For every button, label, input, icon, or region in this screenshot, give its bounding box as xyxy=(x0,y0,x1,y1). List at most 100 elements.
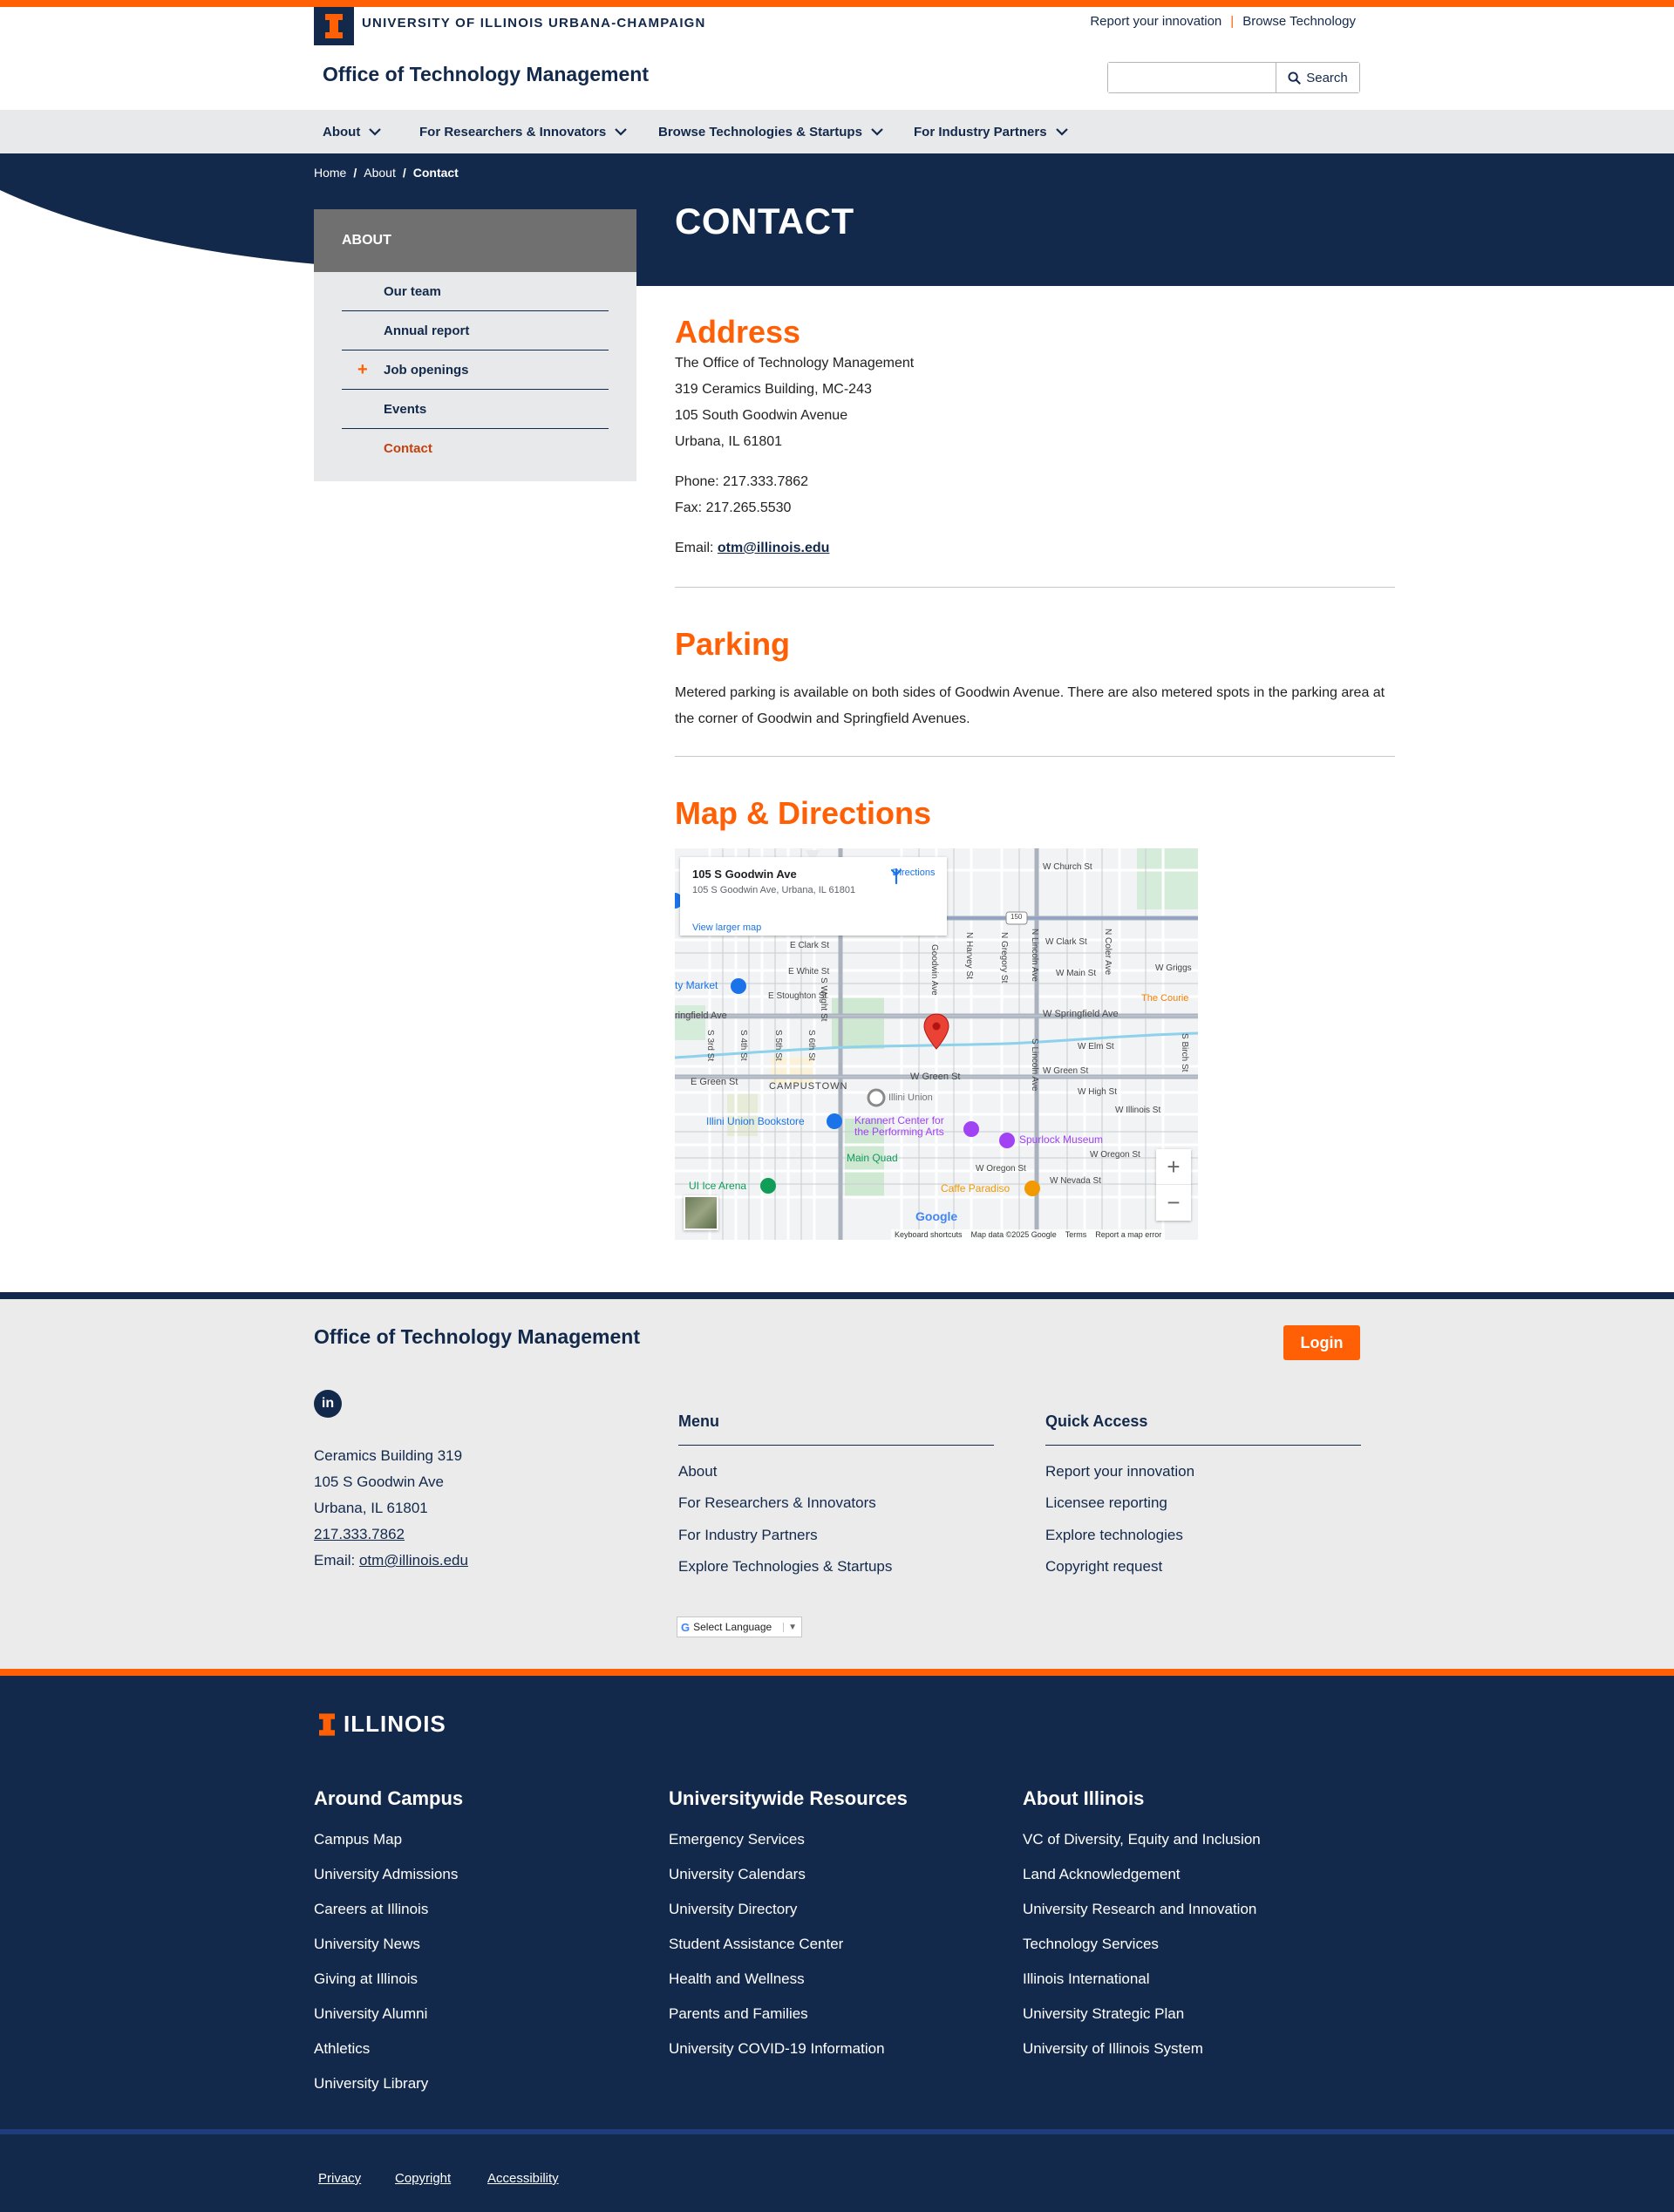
footer-title[interactable]: Office of Technology Management xyxy=(314,1325,640,1349)
sidebar-item-events[interactable]: Events xyxy=(342,390,609,429)
illinois-logo[interactable]: ILLINOIS xyxy=(319,1711,446,1738)
about-illinois-link[interactable]: Technology Services xyxy=(1023,1936,1159,1953)
about-illinois-heading: About Illinois xyxy=(1023,1787,1145,1809)
resource-link[interactable]: University Calendars xyxy=(669,1866,806,1883)
footer-menu-link[interactable]: Explore Technologies & Startups xyxy=(678,1558,892,1576)
view-larger-map-link[interactable]: View larger map xyxy=(692,922,761,933)
about-illinois-link[interactable]: University Strategic Plan xyxy=(1023,2005,1184,2023)
footer-menu-link[interactable]: For Industry Partners xyxy=(678,1527,818,1544)
about-illinois-link[interactable]: University of Illinois System xyxy=(1023,2040,1203,2058)
language-select[interactable]: G Select Language ▼ xyxy=(677,1616,802,1637)
breadcrumb-separator: / xyxy=(353,166,357,180)
login-button[interactable]: Login xyxy=(1283,1325,1360,1360)
search-button[interactable]: Search xyxy=(1276,63,1359,92)
sidebar-item-job-openings[interactable]: + Job openings xyxy=(342,351,609,390)
campus-link[interactable]: Athletics xyxy=(314,2040,370,2058)
resource-link[interactable]: Student Assistance Center xyxy=(669,1936,843,1953)
sidebar-item-annual-report[interactable]: Annual report xyxy=(342,311,609,351)
campus-link[interactable]: University Library xyxy=(314,2075,428,2093)
campus-link[interactable]: Giving at Illinois xyxy=(314,1970,418,1988)
campus-link[interactable]: University Alumni xyxy=(314,2005,427,2023)
directions-button[interactable]: Directions xyxy=(888,868,940,885)
breadcrumb-home[interactable]: Home xyxy=(314,166,346,180)
map-label: E White St xyxy=(788,967,830,977)
parking-text: Metered parking is available on both sid… xyxy=(675,685,1385,726)
sidebar-item-label: Contact xyxy=(384,441,432,456)
expand-plus-icon[interactable]: + xyxy=(357,361,368,378)
browse-technology-link[interactable]: Browse Technology xyxy=(1242,14,1356,29)
map-label: ringfield Ave xyxy=(675,1011,727,1021)
keyboard-shortcuts-link[interactable]: Keyboard shortcuts xyxy=(895,1230,963,1239)
university-wordmark[interactable]: UNIVERSITY OF ILLINOIS URBANA-CHAMPAIGN xyxy=(362,16,706,31)
terms-link[interactable]: Terms xyxy=(1065,1230,1087,1239)
nav-item-industry[interactable]: For Industry Partners xyxy=(914,110,1068,153)
resource-link[interactable]: Emergency Services xyxy=(669,1831,805,1848)
resource-link[interactable]: Parents and Families xyxy=(669,2005,808,2023)
illinois-block-i-logo[interactable] xyxy=(314,7,354,45)
map-label: W Griggs xyxy=(1155,963,1192,973)
sidebar-heading[interactable]: ABOUT xyxy=(314,209,636,272)
resource-link[interactable]: University COVID-19 Information xyxy=(669,2040,885,2058)
about-illinois-link[interactable]: Illinois International xyxy=(1023,1970,1150,1988)
map-label: N Lincoln Ave xyxy=(1030,929,1039,982)
map-label: S Wright St xyxy=(819,977,828,1022)
report-innovation-link[interactable]: Report your innovation xyxy=(1090,14,1221,29)
footer-quick-link[interactable]: Licensee reporting xyxy=(1045,1494,1167,1512)
nav-item-researchers[interactable]: For Researchers & Innovators xyxy=(419,110,628,153)
footer-phone-link[interactable]: 217.333.7862 xyxy=(314,1526,405,1543)
map-label: W Springfield Ave xyxy=(1043,1009,1119,1019)
top-accent-stripe xyxy=(0,0,1674,7)
chevron-down-icon xyxy=(369,127,382,136)
footer-menu-link[interactable]: About xyxy=(678,1463,717,1480)
campus-link[interactable]: Campus Map xyxy=(314,1831,402,1848)
zoom-out-button[interactable]: − xyxy=(1156,1185,1191,1221)
map-label: ty Market xyxy=(675,979,718,991)
accessibility-link[interactable]: Accessibility xyxy=(487,2171,559,2186)
satellite-toggle[interactable] xyxy=(684,1195,718,1230)
breadcrumb-about[interactable]: About xyxy=(364,166,396,180)
sidebar-item-contact[interactable]: Contact xyxy=(342,429,609,468)
sidebar-item-label: Job openings xyxy=(384,362,469,378)
map-label: W Nevada St xyxy=(1050,1176,1101,1186)
email-link[interactable]: otm@illinois.edu xyxy=(718,541,830,555)
breadcrumb-separator: / xyxy=(402,166,406,180)
around-campus-heading: Around Campus xyxy=(314,1787,464,1809)
campus-link[interactable]: Careers at Illinois xyxy=(314,1901,428,1918)
address-line: The Office of Technology Management xyxy=(675,356,915,371)
address-line: 105 South Goodwin Avenue xyxy=(675,408,848,423)
footer-quick-link[interactable]: Explore technologies xyxy=(1045,1527,1183,1544)
about-illinois-link[interactable]: University Research and Innovation xyxy=(1023,1901,1256,1918)
about-illinois-link[interactable]: Land Acknowledgement xyxy=(1023,1866,1181,1883)
report-map-error-link[interactable]: Report a map error xyxy=(1095,1230,1161,1239)
privacy-link[interactable]: Privacy xyxy=(318,2171,361,2186)
route-150-shield: 150 xyxy=(1011,913,1023,921)
about-illinois-link[interactable]: VC of Diversity, Equity and Inclusion xyxy=(1023,1831,1261,1848)
resource-link[interactable]: University Directory xyxy=(669,1901,797,1918)
campus-link[interactable]: University News xyxy=(314,1936,420,1953)
nav-item-about[interactable]: About xyxy=(323,110,382,153)
utility-links: Report your innovation | Browse Technolo… xyxy=(1090,14,1356,29)
map-label: W Elm St xyxy=(1078,1042,1114,1052)
embedded-map[interactable]: W Church St E Clark St W Clark St E Whit… xyxy=(675,848,1198,1240)
footer-menu-link[interactable]: For Researchers & Innovators xyxy=(678,1494,876,1512)
linkedin-icon[interactable]: in xyxy=(314,1390,342,1418)
footer-email-link[interactable]: otm@illinois.edu xyxy=(359,1552,468,1569)
nav-item-browse[interactable]: Browse Technologies & Startups xyxy=(658,110,883,153)
search-input[interactable] xyxy=(1108,63,1276,92)
footer-quick-link[interactable]: Copyright request xyxy=(1045,1558,1162,1576)
footer-menu-heading: Menu xyxy=(678,1412,994,1446)
footer-address-line: 105 S Goodwin Ave xyxy=(314,1474,445,1490)
map-label: W Green St xyxy=(1043,1066,1089,1076)
footer-quick-link[interactable]: Report your innovation xyxy=(1045,1463,1194,1480)
footer-address-line: Urbana, IL 61801 xyxy=(314,1500,428,1516)
zoom-in-button[interactable]: + xyxy=(1156,1149,1191,1185)
site-header: UNIVERSITY OF ILLINOIS URBANA-CHAMPAIGN … xyxy=(0,7,1674,110)
resource-link[interactable]: Health and Wellness xyxy=(669,1970,805,1988)
site-title[interactable]: Office of Technology Management xyxy=(323,63,649,86)
copyright-link[interactable]: Copyright xyxy=(395,2171,451,2186)
sidebar-item-our-team[interactable]: Our team xyxy=(342,272,609,311)
universitywide-heading: Universitywide Resources xyxy=(669,1787,908,1809)
map-place-address: 105 S Goodwin Ave, Urbana, IL 61801 xyxy=(692,885,856,895)
campus-link[interactable]: University Admissions xyxy=(314,1866,458,1883)
sidebar-item-label: Our team xyxy=(384,283,441,299)
